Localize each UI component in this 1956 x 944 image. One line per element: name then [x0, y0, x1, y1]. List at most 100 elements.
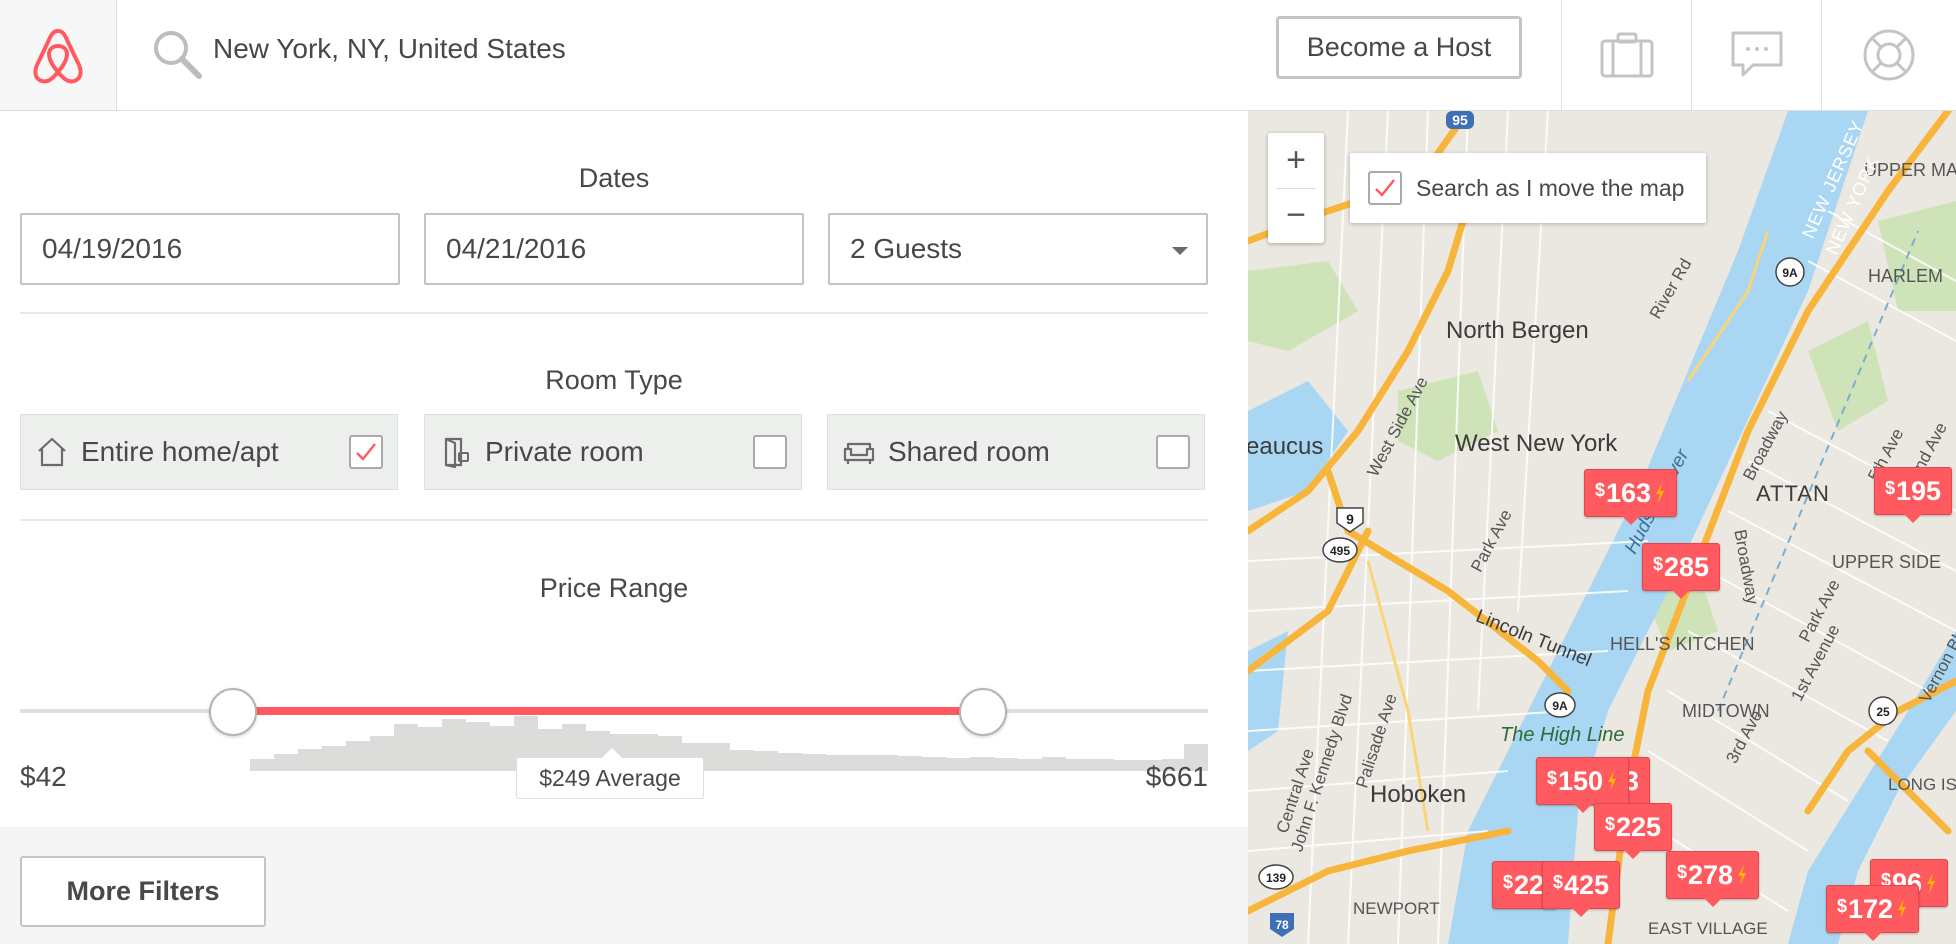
listing-price-pin[interactable]: $225 [1594, 803, 1673, 859]
dates-title: Dates [578, 163, 650, 193]
filter-panel: Dates 04/19/2016 04/21/2016 2 Guests Roo… [0, 111, 1248, 944]
pin-price: 225 [1616, 811, 1662, 842]
divider [20, 312, 1208, 314]
price-min-label: $42 [20, 761, 67, 792]
svg-text:25: 25 [1876, 705, 1890, 719]
shared-room-checkbox[interactable] [1156, 435, 1190, 469]
zoom-in-button[interactable]: + [1268, 133, 1324, 188]
map-label: The High Line [1500, 724, 1625, 746]
map-view[interactable]: 95 9A 9 495 9A 25 139 78 North Bergen We… [1248, 111, 1956, 944]
divider [1276, 188, 1316, 189]
pin-price: 278 [1688, 859, 1734, 890]
map-label: North Bergen [1446, 317, 1589, 344]
map-label: Hoboken [1370, 781, 1467, 808]
message-icon [1731, 31, 1782, 77]
top-header: Become a Host [0, 0, 1956, 111]
price-min-handle[interactable] [209, 688, 257, 736]
pin-price: 425 [1564, 869, 1610, 900]
room-type-label: Shared room [888, 436, 1050, 467]
entire-home-checkbox[interactable] [349, 435, 383, 469]
price-slider-range [233, 707, 983, 715]
chevron-down-icon [1172, 247, 1188, 255]
pin-price: 195 [1896, 475, 1942, 506]
price-max-label: $661 [1145, 761, 1208, 792]
house-icon [38, 437, 66, 467]
airbnb-logo-icon [33, 29, 83, 84]
more-filters-button[interactable]: More Filters [20, 856, 266, 927]
trips-button[interactable] [1561, 0, 1691, 110]
pin-price: 150 [1558, 765, 1604, 796]
svg-text:9A: 9A [1552, 699, 1568, 713]
instant-book-icon [1927, 873, 1936, 893]
currency-symbol: $ [1503, 872, 1514, 892]
checkmark-icon [356, 443, 376, 461]
room-type-shared-room[interactable]: Shared room [827, 414, 1205, 490]
map-label: NEWPORT [1353, 899, 1440, 918]
svg-text:9A: 9A [1782, 266, 1798, 280]
guests-value: 2 Guests [850, 233, 963, 264]
search-as-move-toggle[interactable]: Search as I move the map [1350, 153, 1706, 223]
map-label: UPPER SIDE [1832, 552, 1942, 572]
room-type-label: Entire home/apt [81, 436, 279, 467]
room-type-entire-home[interactable]: Entire home/apt [20, 414, 398, 490]
listing-price-pin[interactable]: $285 [1642, 543, 1721, 599]
listing-price-pin[interactable]: $172 [1826, 885, 1920, 941]
instant-book-icon [1608, 771, 1617, 791]
svg-text:9: 9 [1346, 511, 1354, 527]
map-label-text: West New York [1455, 430, 1618, 457]
currency-symbol: $ [1653, 554, 1664, 574]
currency-symbol: $ [1677, 862, 1688, 882]
room-type-private-room[interactable]: Private room [424, 414, 802, 490]
price-average-tooltip: $249 Average [516, 746, 704, 799]
currency-symbol: $ [1595, 480, 1606, 500]
currency-symbol: $ [1885, 478, 1896, 498]
map-label: eaucus [1248, 433, 1324, 460]
listing-price-pin[interactable]: $278 [1666, 851, 1760, 907]
pin-price: 285 [1664, 551, 1710, 582]
help-lifebuoy-icon [1863, 29, 1915, 81]
currency-symbol: $ [1547, 768, 1558, 788]
currency-symbol: $ [1553, 872, 1564, 892]
listing-price-pin[interactable]: $425 [1542, 861, 1621, 917]
listing-price-pin[interactable]: $150 [1536, 757, 1630, 813]
private-room-checkbox[interactable] [753, 435, 787, 469]
instant-book-icon [1738, 865, 1747, 885]
messages-button[interactable] [1691, 0, 1821, 110]
instant-book-icon [1898, 899, 1907, 919]
map-label: HELL'S KITCHEN [1610, 634, 1755, 654]
pin-price: 163 [1606, 477, 1652, 508]
listing-price-pin[interactable]: $195 [1874, 467, 1953, 523]
become-host-button[interactable]: Become a Host [1276, 16, 1522, 79]
listing-price-pin[interactable]: $163 [1584, 469, 1678, 525]
suitcase-icon [1600, 32, 1653, 78]
guests-select[interactable]: 2 Guests [828, 213, 1208, 285]
search-icon [154, 31, 202, 79]
location-search [117, 0, 1267, 110]
currency-symbol: $ [1837, 896, 1848, 916]
room-type-title: Room Type [545, 365, 683, 395]
svg-text:78: 78 [1275, 918, 1289, 932]
price-max-handle[interactable] [959, 688, 1007, 736]
sofa-icon [843, 442, 875, 464]
zoom-out-button[interactable]: − [1268, 188, 1324, 243]
map-label: West New York [1455, 431, 1617, 457]
map-label: EAST VILLAGE [1648, 919, 1768, 938]
checkmark-icon [1375, 179, 1395, 197]
door-icon [444, 437, 469, 469]
svg-text:495: 495 [1330, 544, 1350, 558]
currency-symbol: $ [1605, 814, 1616, 834]
location-search-input[interactable] [213, 27, 1113, 71]
pin-price: 172 [1848, 893, 1894, 924]
checkin-date-input[interactable]: 04/19/2016 [20, 213, 400, 285]
help-button[interactable] [1821, 0, 1956, 110]
airbnb-logo[interactable] [0, 0, 117, 110]
search-as-move-checkbox[interactable] [1368, 171, 1402, 205]
svg-text:139: 139 [1266, 871, 1286, 885]
checkout-date-input[interactable]: 04/21/2016 [424, 213, 804, 285]
search-as-move-label: Search as I move the map [1416, 174, 1685, 201]
svg-text:95: 95 [1452, 112, 1468, 128]
instant-book-icon [1656, 483, 1665, 503]
pin-price: 22 [1514, 869, 1545, 900]
room-type-label: Private room [485, 436, 644, 467]
divider [20, 519, 1208, 521]
